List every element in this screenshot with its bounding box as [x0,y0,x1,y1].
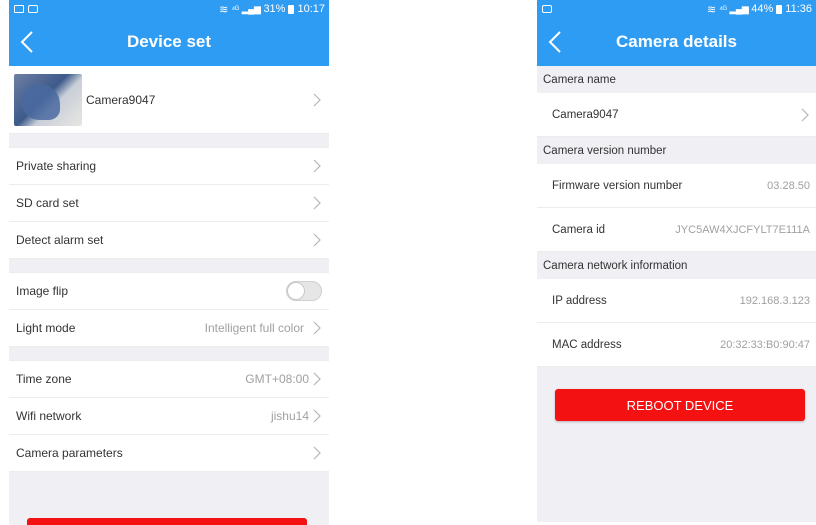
device-set-screen: ≋ ⁴ᴳ ▂▄▆ 31% 10:17 Device set Camera9047… [9,0,329,525]
camera-id-label: Camera id [552,223,606,236]
detect-alarm-set-row[interactable]: Detect alarm set [9,222,329,259]
camera-details-screen: ≋ ⁴ᴳ ▂▄▆ 44% 11:36 Camera details Camera… [537,0,816,522]
camera-parameters-row[interactable]: Camera parameters [9,435,329,472]
chevron-right-icon [312,93,322,107]
signal-bars-icon: ▂▄▆ [241,3,261,14]
page-title: Device set [126,32,212,51]
nav-bar: Camera details [537,18,816,66]
clock: 11:36 [785,3,812,15]
chevron-right-icon [800,108,810,122]
chevron-right-icon [312,321,322,335]
chevron-right-icon [312,372,322,386]
camera-thumbnail [14,73,82,126]
ip-address-row: IP address 192.168.3.123 [537,279,816,323]
reboot-device-button[interactable]: REBOOT DEVICE [555,389,805,421]
chevron-right-icon [312,159,322,173]
sd-card-set-row[interactable]: SD card set [9,185,329,222]
private-sharing-label: Private sharing [16,159,97,173]
mac-address-row: MAC address 20:32:33:B0:90:47 [537,323,816,367]
time-zone-value: GMT+08:00 [245,372,309,386]
section-divider [9,259,329,273]
clock: 10:17 [297,3,325,15]
signal-label: ⁴ᴳ [719,4,727,14]
camera-parameters-label: Camera parameters [16,446,123,460]
back-arrow-icon [20,31,33,53]
chevron-right-icon [312,233,322,247]
signal-label: ⁴ᴳ [231,4,239,14]
wifi-network-row[interactable]: Wifi network jishu14 [9,398,329,435]
sd-card-set-label: SD card set [16,196,79,210]
detect-alarm-set-label: Detect alarm set [16,233,104,247]
status-bar: ≋ ⁴ᴳ ▂▄▆ 31% 10:17 [9,0,329,18]
firmware-value: 03.28.50 [767,179,810,192]
camera-row[interactable]: Camera9047 [9,66,329,134]
back-button[interactable] [545,28,569,56]
camera-id-row: Camera id JYC5AW4XJCFYLT7E111A [537,208,816,252]
time-zone-label: Time zone [16,372,72,386]
private-sharing-row[interactable]: Private sharing [9,148,329,185]
toggle-knob [287,282,305,300]
section-header-network: Camera network information [537,252,816,279]
nav-bar: Device set [9,18,329,66]
message-notification-icon [542,5,552,13]
camera-name-row[interactable]: Camera9047 [537,93,816,137]
section-divider [9,347,329,361]
battery-icon [288,4,295,14]
signal-bars-icon: ▂▄▆ [729,3,749,14]
light-mode-row[interactable]: Light mode Intelligent full color [9,310,329,347]
image-flip-label: Image flip [16,284,69,298]
mac-address-label: MAC address [552,338,622,351]
chevron-right-icon [312,446,322,460]
time-zone-row[interactable]: Time zone GMT+08:00 [9,361,329,398]
camera-name: Camera9047 [86,92,156,107]
gallery-notification-icon [14,5,24,13]
image-flip-row: Image flip [9,273,329,310]
delete-device-button[interactable] [27,518,307,525]
section-divider [9,134,329,148]
wifi-network-value: jishu14 [270,409,309,423]
chevron-right-icon [312,196,322,210]
light-mode-value: Intelligent full color [204,321,304,335]
image-flip-toggle[interactable] [286,281,322,301]
wifi-icon: ≋ [706,3,717,16]
mac-address-value: 20:32:33:B0:90:47 [720,338,810,351]
page-title: Camera details [616,32,737,51]
chevron-right-icon [312,409,322,423]
message-notification-icon [28,5,38,13]
ip-address-value: 192.168.3.123 [739,294,810,307]
wifi-icon: ≋ [219,3,229,16]
status-bar: ≋ ⁴ᴳ ▂▄▆ 44% 11:36 [537,0,816,18]
wifi-network-label: Wifi network [16,409,82,423]
light-mode-label: Light mode [16,321,76,335]
camera-id-value: JYC5AW4XJCFYLT7E111A [675,223,810,236]
camera-name-value: Camera9047 [552,108,619,121]
battery-percent: 44% [751,3,774,15]
back-button[interactable] [17,28,41,56]
firmware-label: Firmware version number [552,179,683,192]
section-header-version: Camera version number [537,137,816,164]
back-arrow-icon [548,31,561,53]
firmware-row: Firmware version number 03.28.50 [537,164,816,208]
battery-icon [776,4,783,14]
section-header-camera-name: Camera name [537,66,816,93]
ip-address-label: IP address [552,294,607,307]
battery-percent: 31% [263,3,286,15]
